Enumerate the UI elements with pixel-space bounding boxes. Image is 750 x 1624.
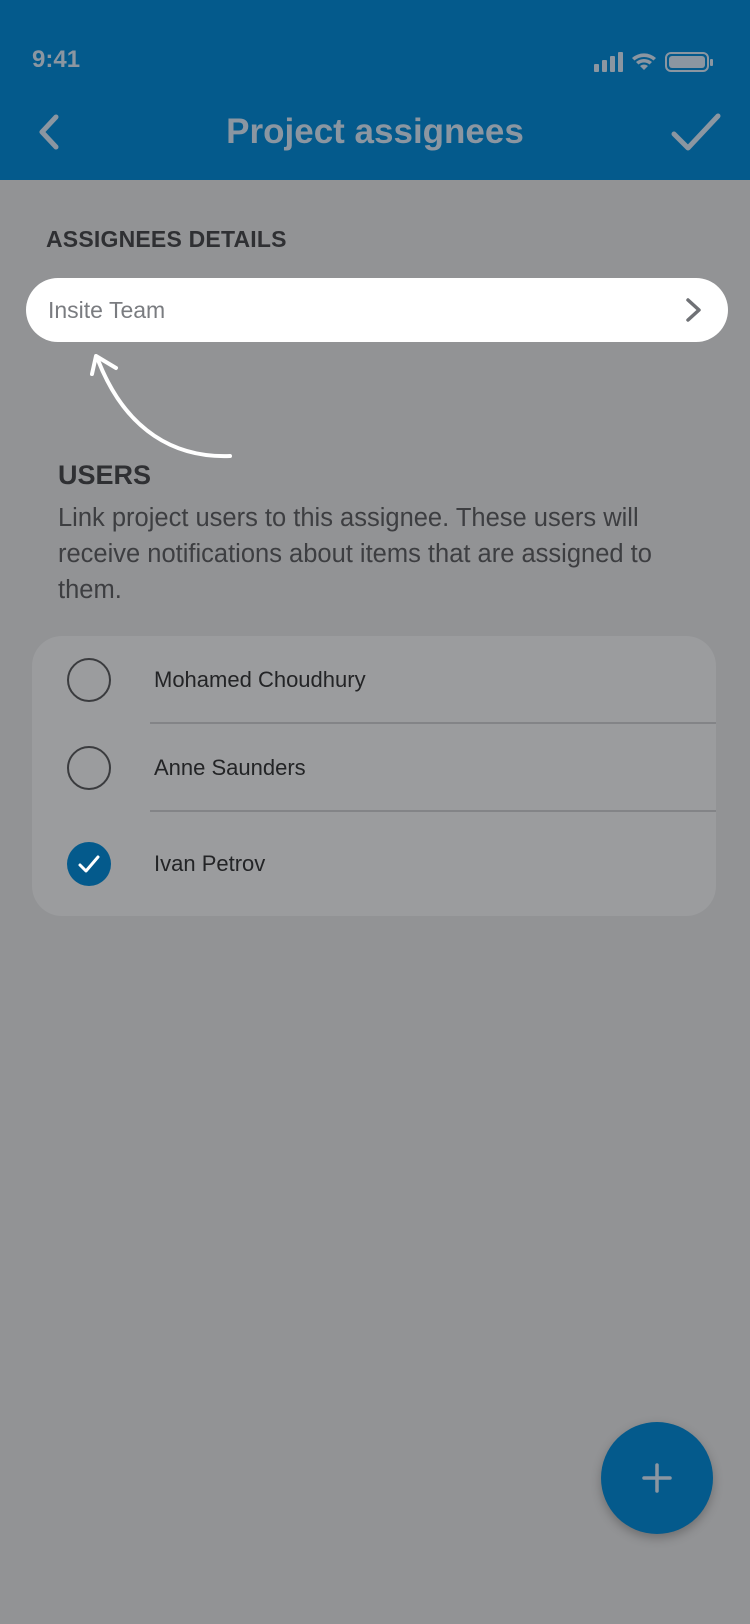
user-row-anne-saunders[interactable]: Anne Saunders (32, 724, 716, 812)
assignees-details-label: ASSIGNEES DETAILS (46, 226, 287, 252)
signal-icon (594, 52, 623, 72)
checkmark-icon (671, 113, 721, 151)
assignee-name-field[interactable]: Insite Team (26, 278, 728, 342)
radio-unchecked[interactable] (67, 658, 111, 702)
user-name: Anne Saunders (154, 755, 306, 780)
users-section-description: Link project users to this assignee. The… (58, 504, 652, 604)
user-row-mohamed-choudhury[interactable]: Mohamed Choudhury (32, 636, 716, 724)
users-section-title: USERS (58, 460, 152, 490)
status-time: 9:41 (32, 46, 81, 73)
add-button[interactable] (601, 1422, 713, 1534)
radio-unchecked[interactable] (67, 746, 111, 790)
battery-icon (665, 52, 713, 72)
user-list: Mohamed Choudhury Anne Saunders Ivan Pet… (32, 636, 716, 916)
plus-icon (642, 1463, 672, 1493)
wifi-icon (632, 53, 656, 70)
assignee-name-value: Insite Team (48, 296, 166, 323)
confirm-button[interactable] (664, 104, 728, 160)
user-row-ivan-petrov[interactable]: Ivan Petrov (32, 820, 716, 908)
user-name: Mohamed Choudhury (154, 667, 366, 692)
divider (150, 810, 716, 812)
radio-checked[interactable] (67, 842, 111, 886)
hint-arrow-icon (90, 354, 232, 459)
page-title: Project assignees (226, 112, 524, 151)
app-header: 9:41 Project assignees (0, 0, 750, 180)
status-icons (594, 52, 713, 72)
user-name: Ivan Petrov (154, 851, 266, 876)
chevron-right-icon (686, 298, 701, 322)
checkmark-icon (78, 855, 100, 873)
